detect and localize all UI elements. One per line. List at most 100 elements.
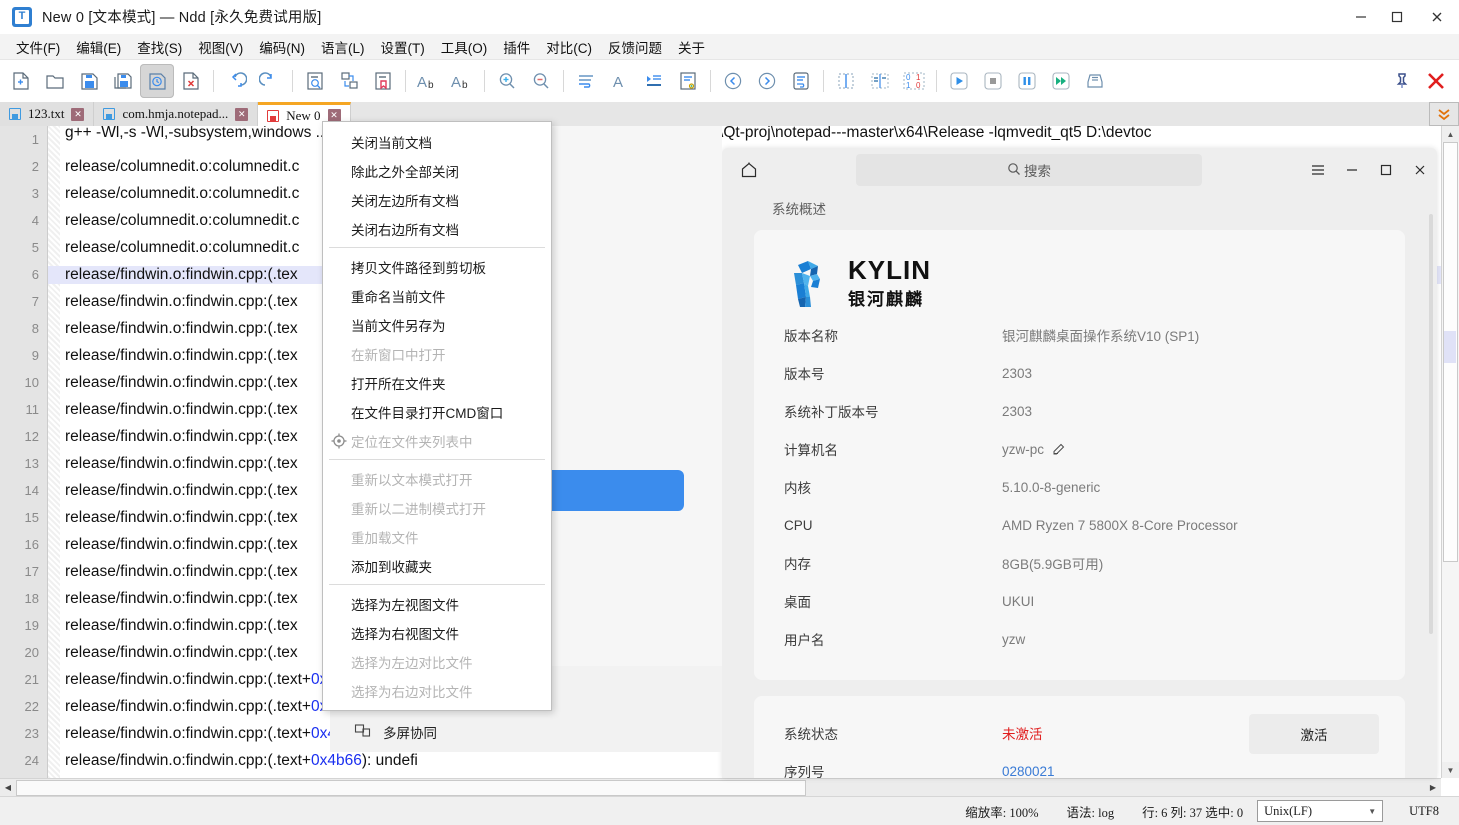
ctx-set-as-right-compare: 选择为右边对比文件	[323, 676, 551, 705]
line-number: 6	[0, 267, 48, 282]
tab-bar: 123.txt ✕ com.hmja.notepad... ✕ New 0 ✕	[0, 102, 1459, 126]
undo-icon[interactable]	[219, 64, 253, 98]
format-icon[interactable]	[671, 64, 705, 98]
scroll-left-arrow[interactable]: ◀	[0, 783, 16, 792]
tab-com-hmja-notepad[interactable]: com.hmja.notepad... ✕	[94, 102, 258, 126]
run-icon[interactable]	[942, 64, 976, 98]
menu-file[interactable]: 文件(F)	[8, 34, 68, 60]
ctx-open-cmd-here[interactable]: 在文件目录打开CMD窗口	[323, 397, 551, 426]
edit-pencil-icon[interactable]	[1052, 441, 1066, 458]
search-input[interactable]: 搜索	[856, 154, 1202, 186]
eol-select[interactable]: Unix(LF) ▼	[1257, 800, 1383, 822]
kylin-logo: KYLIN 银河麒麟	[784, 250, 1375, 316]
svg-text:b: b	[428, 80, 434, 91]
info-row: 桌面UKUI	[784, 582, 1375, 620]
redo-icon[interactable]	[253, 64, 287, 98]
lowercase-icon[interactable]: Ab	[411, 64, 445, 98]
ctx-close-all-right[interactable]: 关闭右边所有文档	[323, 214, 551, 243]
menu-about[interactable]: 关于	[670, 34, 713, 60]
indent-icon[interactable]	[637, 64, 671, 98]
chevron-double-down-icon[interactable]	[1429, 102, 1459, 126]
ctx-close-all-but-this[interactable]: 除此之外全部关闭	[323, 156, 551, 185]
word-wrap-icon[interactable]	[569, 64, 603, 98]
archive-icon[interactable]	[1078, 64, 1112, 98]
ctx-copy-file-path[interactable]: 拷贝文件路径到剪切板	[323, 252, 551, 281]
menu-search[interactable]: 查找(S)	[129, 34, 190, 60]
split-view-icon[interactable]	[829, 64, 863, 98]
uppercase-icon[interactable]: Ab	[445, 64, 479, 98]
tab-123-txt[interactable]: 123.txt ✕	[0, 102, 94, 126]
zoom-in-icon[interactable]	[490, 64, 524, 98]
mid-item-multiscreen[interactable]: 多屏协同	[330, 710, 722, 754]
compare-icon[interactable]	[863, 64, 897, 98]
menu-view[interactable]: 视图(V)	[190, 34, 251, 60]
ctx-close-all-left[interactable]: 关闭左边所有文档	[323, 185, 551, 214]
scroll-right-arrow[interactable]: ▶	[1425, 783, 1441, 792]
fast-forward-icon[interactable]	[1044, 64, 1078, 98]
home-icon[interactable]	[722, 160, 776, 180]
menu-edit[interactable]: 编辑(E)	[68, 34, 129, 60]
menu-language[interactable]: 语言(L)	[313, 34, 373, 60]
editor-horizontal-scrollbar[interactable]: ◀ ▶	[0, 778, 1441, 796]
replace-icon[interactable]	[332, 64, 366, 98]
close-file-icon[interactable]	[174, 64, 208, 98]
ctx-close-current-document[interactable]: 关闭当前文档	[323, 127, 551, 156]
menu-feedback[interactable]: 反馈问题	[600, 34, 670, 60]
close-icon[interactable]	[1403, 148, 1437, 192]
prev-icon[interactable]	[716, 64, 750, 98]
menu-settings[interactable]: 设置(T)	[373, 34, 433, 60]
binary-icon[interactable]: 0110	[897, 64, 931, 98]
info-key: 系统补丁版本号	[784, 401, 1002, 421]
line-number: 8	[0, 321, 48, 336]
line-number: 11	[0, 402, 48, 417]
menu-tools[interactable]: 工具(O)	[433, 34, 496, 60]
minimize-icon[interactable]	[1343, 0, 1379, 34]
ctx-set-as-right-view[interactable]: 选择为右视图文件	[323, 618, 551, 647]
info-value: 2303	[1002, 366, 1032, 381]
kylin-scrollbar[interactable]	[1429, 214, 1433, 634]
menu-separator	[329, 247, 545, 248]
info-row: 内存8GB(5.9GB可用)	[784, 544, 1375, 582]
pin-icon[interactable]	[1385, 64, 1419, 98]
line-number: 12	[0, 429, 48, 444]
ctx-set-as-left-compare: 选择为左边对比文件	[323, 647, 551, 676]
ctx-save-as[interactable]: 当前文件另存为	[323, 310, 551, 339]
new-file-icon[interactable]	[4, 64, 38, 98]
minimize-icon[interactable]	[1335, 148, 1369, 192]
menu-encoding[interactable]: 编码(N)	[251, 34, 313, 60]
show-symbols-icon[interactable]: A	[603, 64, 637, 98]
line-text: g++ -Wl,-s -Wl,-subsystem,windows ... ep…	[48, 126, 1459, 142]
save-all-icon[interactable]	[106, 64, 140, 98]
line-number: 20	[0, 645, 48, 660]
tab-close-icon[interactable]: ✕	[235, 108, 248, 121]
open-folder-icon[interactable]	[38, 64, 72, 98]
pause-icon[interactable]	[1010, 64, 1044, 98]
horizontal-scroll-thumb[interactable]	[16, 780, 806, 796]
maximize-icon[interactable]	[1369, 148, 1403, 192]
activate-button[interactable]: 激活	[1249, 714, 1379, 754]
menu-plugins[interactable]: 插件	[495, 34, 538, 60]
ctx-add-to-favorites[interactable]: 添加到收藏夹	[323, 551, 551, 580]
recent-files-icon[interactable]	[140, 64, 174, 98]
wrap-lines-icon[interactable]	[784, 64, 818, 98]
tab-close-icon[interactable]: ✕	[71, 108, 84, 121]
find-in-file-icon[interactable]	[298, 64, 332, 98]
ctx-rename-current-file[interactable]: 重命名当前文件	[323, 281, 551, 310]
maximize-icon[interactable]	[1379, 0, 1415, 34]
close-icon[interactable]	[1415, 0, 1459, 34]
scroll-down-arrow[interactable]: ▼	[1442, 762, 1459, 778]
ctx-set-as-left-view[interactable]: 选择为左视图文件	[323, 589, 551, 618]
scroll-up-arrow[interactable]: ▲	[1442, 126, 1459, 142]
bookmark-icon[interactable]	[366, 64, 400, 98]
close-all-icon[interactable]	[1419, 64, 1453, 98]
ctx-open-containing-folder[interactable]: 打开所在文件夹	[323, 368, 551, 397]
stop-icon[interactable]	[976, 64, 1010, 98]
zoom-out-icon[interactable]	[524, 64, 558, 98]
hamburger-icon[interactable]	[1301, 148, 1335, 192]
cursor-position: 行: 6 列: 37 选中: 0	[1128, 802, 1257, 821]
primary-action-button[interactable]	[544, 470, 684, 511]
save-icon[interactable]	[72, 64, 106, 98]
next-icon[interactable]	[750, 64, 784, 98]
editor-vertical-scrollbar[interactable]: ▲ ▼	[1441, 126, 1459, 778]
menu-compare[interactable]: 对比(C)	[538, 34, 600, 60]
